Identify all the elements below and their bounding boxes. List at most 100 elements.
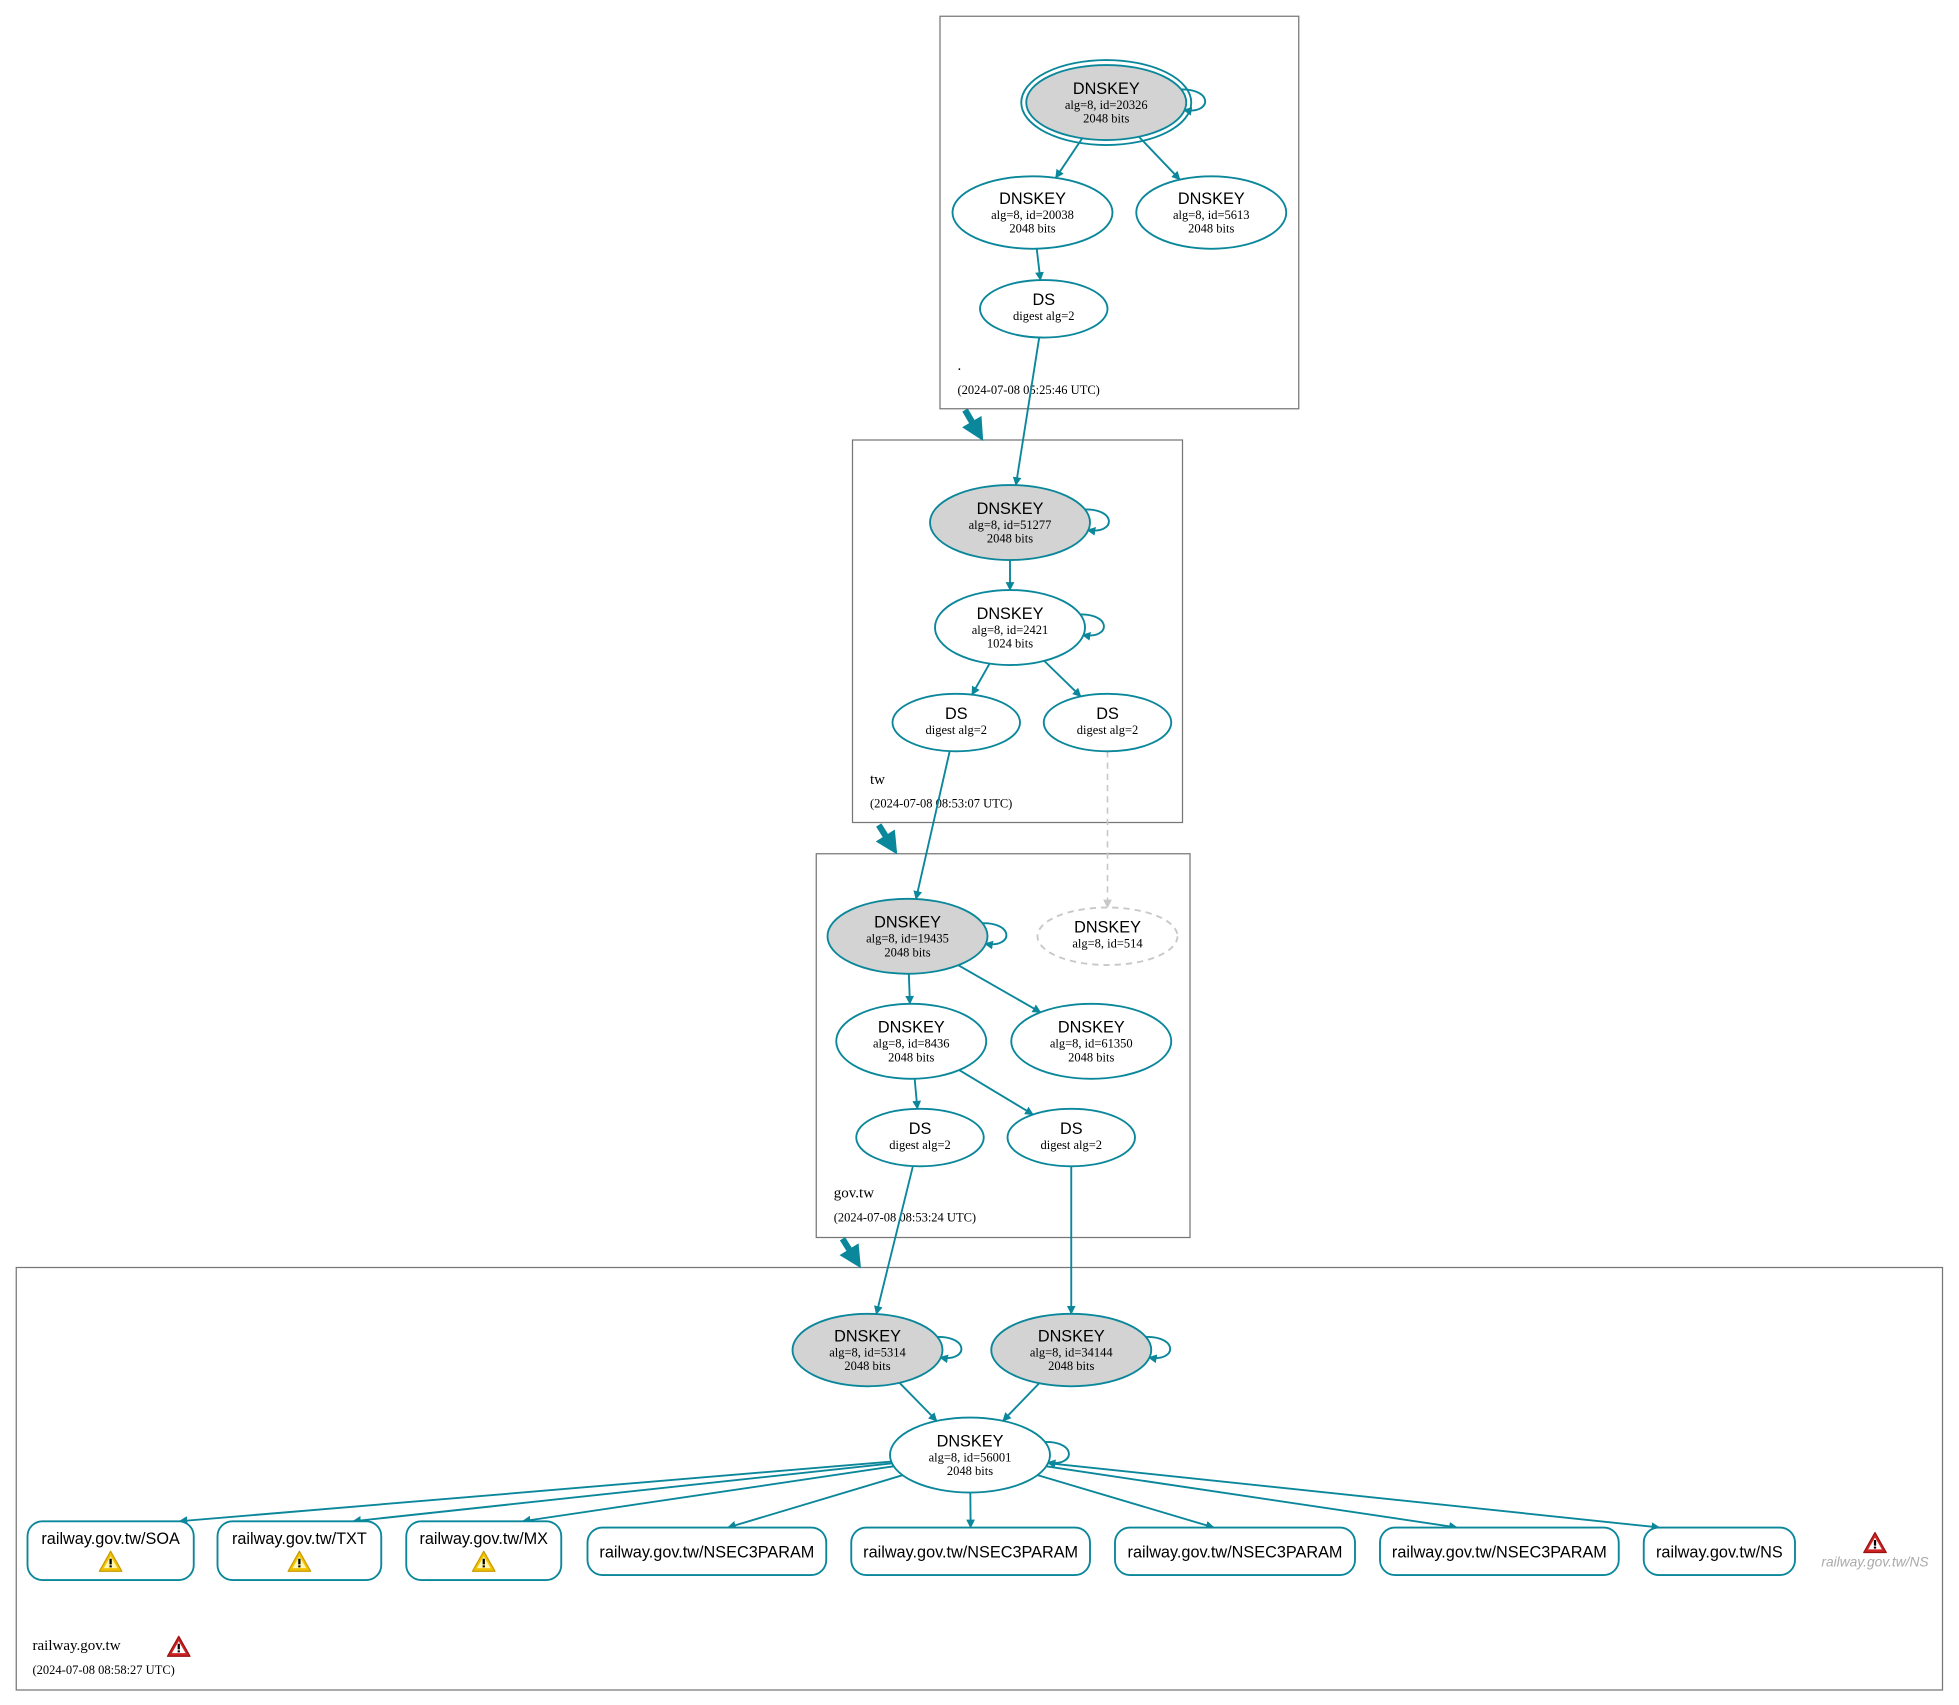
edge-t2-t3 xyxy=(971,663,991,696)
edge-n1-n2 xyxy=(1054,137,1084,179)
node-detail: alg=8, id=61350 xyxy=(1050,1037,1133,1051)
edge-t3-g1 xyxy=(913,750,951,900)
node-key-size: 2048 bits xyxy=(947,1464,993,1478)
node-g2: DNSKEYalg=8, id=514 xyxy=(1036,906,1179,966)
zone-error-icon xyxy=(166,1635,191,1657)
zone-name: gov.tw xyxy=(834,1186,874,1202)
node-detail: digest alg=2 xyxy=(1077,723,1139,737)
node-title: DNSKEY xyxy=(878,1019,945,1037)
node-title: DS xyxy=(909,1120,932,1138)
edge-r3-rec2 xyxy=(352,1462,893,1525)
rrset-rec7: railway.gov.tw/NSEC3PARAM xyxy=(1379,1526,1620,1576)
node-detail: digest alg=2 xyxy=(1040,1138,1102,1152)
node-detail: alg=8, id=514 xyxy=(1072,937,1143,951)
zone-name: . xyxy=(958,358,962,374)
node-g3: DNSKEYalg=8, id=84362048 bits xyxy=(835,1002,988,1080)
node-title: DNSKEY xyxy=(937,1432,1004,1450)
rrset-label: railway.gov.tw/NSEC3PARAM xyxy=(1128,1544,1343,1562)
node-detail: alg=8, id=34144 xyxy=(1030,1345,1114,1359)
node-title: DS xyxy=(1096,705,1119,723)
node-title: DNSKEY xyxy=(1038,1327,1105,1345)
zone-timestamp: (2024-07-08 08:53:07 UTC) xyxy=(870,797,1012,811)
edge-r3-rec1 xyxy=(178,1460,892,1525)
node-g5: DSdigest alg=2 xyxy=(855,1107,985,1168)
node-title: DS xyxy=(1060,1120,1083,1138)
zone-timestamp: (2024-07-08 05:25:46 UTC) xyxy=(958,383,1100,397)
error-node-label: railway.gov.tw/NS xyxy=(1821,1554,1929,1569)
node-title: DNSKEY xyxy=(999,190,1066,208)
edge-g3-g5 xyxy=(912,1078,922,1110)
rrset-label: railway.gov.tw/MX xyxy=(419,1530,548,1548)
node-key-size: 1024 bits xyxy=(987,637,1033,651)
node-title: DNSKEY xyxy=(1178,190,1245,208)
node-g4: DNSKEYalg=8, id=613502048 bits xyxy=(1010,1002,1173,1080)
zone-error-icon-dot xyxy=(177,1650,180,1653)
warning-icon-dot xyxy=(482,1565,485,1568)
zone-timestamp: (2024-07-08 08:53:24 UTC) xyxy=(834,1210,976,1224)
node-key-size: 2048 bits xyxy=(888,1050,934,1064)
edge-g1-g4 xyxy=(957,964,1042,1014)
node-title: DS xyxy=(1032,291,1055,309)
node-key-size: 2048 bits xyxy=(884,945,930,959)
node-t1: DNSKEYalg=8, id=512772048 bits xyxy=(929,484,1110,561)
node-detail: alg=8, id=5613 xyxy=(1173,208,1250,222)
node-n1: DNSKEYalg=8, id=203262048 bits xyxy=(1020,59,1207,146)
node-key-size: 2048 bits xyxy=(1048,1359,1094,1373)
rrset-label: railway.gov.tw/NSEC3PARAM xyxy=(863,1544,1078,1562)
node-title: DNSKEY xyxy=(1074,919,1141,937)
node-detail: digest alg=2 xyxy=(889,1138,951,1152)
node-detail: alg=8, id=19435 xyxy=(866,932,949,946)
delegation-arrow xyxy=(875,823,898,855)
node-key-size: 2048 bits xyxy=(987,532,1033,546)
node-detail: alg=8, id=2421 xyxy=(972,623,1049,637)
rrset-rec1: railway.gov.tw/SOA xyxy=(26,1520,195,1581)
node-detail: digest alg=2 xyxy=(925,723,987,737)
node-key-size: 2048 bits xyxy=(1068,1050,1114,1064)
rrset-label: railway.gov.tw/NSEC3PARAM xyxy=(599,1544,814,1562)
error-icon-bar xyxy=(1873,1540,1877,1546)
warning-icon-dot xyxy=(298,1565,301,1568)
node-detail: alg=8, id=51277 xyxy=(969,518,1052,532)
node-key-size: 2048 bits xyxy=(1188,222,1234,236)
rrset-rec5: railway.gov.tw/NSEC3PARAM xyxy=(850,1526,1091,1576)
rrset-rec6: railway.gov.tw/NSEC3PARAM xyxy=(1114,1526,1356,1576)
zone-name: railway.gov.tw xyxy=(33,1638,121,1654)
node-title: DNSKEY xyxy=(977,500,1044,518)
delegation-arrow xyxy=(839,1237,861,1269)
node-g6: DSdigest alg=2 xyxy=(1006,1107,1136,1168)
rrset-rec3: railway.gov.tw/MX xyxy=(405,1520,563,1581)
node-detail: digest alg=2 xyxy=(1013,309,1075,323)
zone-timestamp: (2024-07-08 08:58:27 UTC) xyxy=(33,1663,175,1677)
node-title: DNSKEY xyxy=(834,1327,901,1345)
node-g1: DNSKEYalg=8, id=194352048 bits xyxy=(826,897,1008,975)
node-title: DNSKEY xyxy=(977,605,1044,623)
node-detail: alg=8, id=20038 xyxy=(991,208,1074,222)
edge-n1-n3 xyxy=(1138,136,1181,181)
edge-n4-t1 xyxy=(1012,337,1041,486)
node-detail: alg=8, id=5314 xyxy=(829,1345,906,1359)
node-r1: DNSKEYalg=8, id=53142048 bits xyxy=(791,1312,963,1388)
edge-g1-g3 xyxy=(905,973,915,1005)
rrset-label: railway.gov.tw/NSEC3PARAM xyxy=(1392,1544,1607,1562)
rrset-label: railway.gov.tw/NS xyxy=(1656,1544,1783,1562)
node-detail: alg=8, id=8436 xyxy=(873,1037,950,1051)
rrset-label: railway.gov.tw/SOA xyxy=(41,1530,180,1548)
node-n3: DNSKEYalg=8, id=56132048 bits xyxy=(1135,175,1288,250)
node-detail: alg=8, id=20326 xyxy=(1065,98,1148,112)
node-key-size: 2048 bits xyxy=(1083,112,1129,126)
node-n4: DSdigest alg=2 xyxy=(979,279,1109,339)
zone-error-icon-bar xyxy=(177,1643,180,1650)
rrset-rec8: railway.gov.tw/NS xyxy=(1642,1526,1796,1576)
node-key-size: 2048 bits xyxy=(1009,222,1055,236)
rrset-label: railway.gov.tw/TXT xyxy=(232,1530,367,1548)
node-t3: DSdigest alg=2 xyxy=(891,692,1021,753)
zone-name: tw xyxy=(870,772,885,788)
warning-icon-dot xyxy=(109,1565,112,1568)
error-icon xyxy=(1863,1531,1887,1554)
edge-r3-rec6 xyxy=(1037,1474,1215,1530)
edge-r2-r3 xyxy=(1002,1382,1040,1422)
warning-icon-bar xyxy=(482,1558,485,1565)
edge-g3-g6 xyxy=(958,1069,1034,1116)
node-title: DS xyxy=(945,705,968,723)
node-title: DNSKEY xyxy=(1073,80,1140,98)
